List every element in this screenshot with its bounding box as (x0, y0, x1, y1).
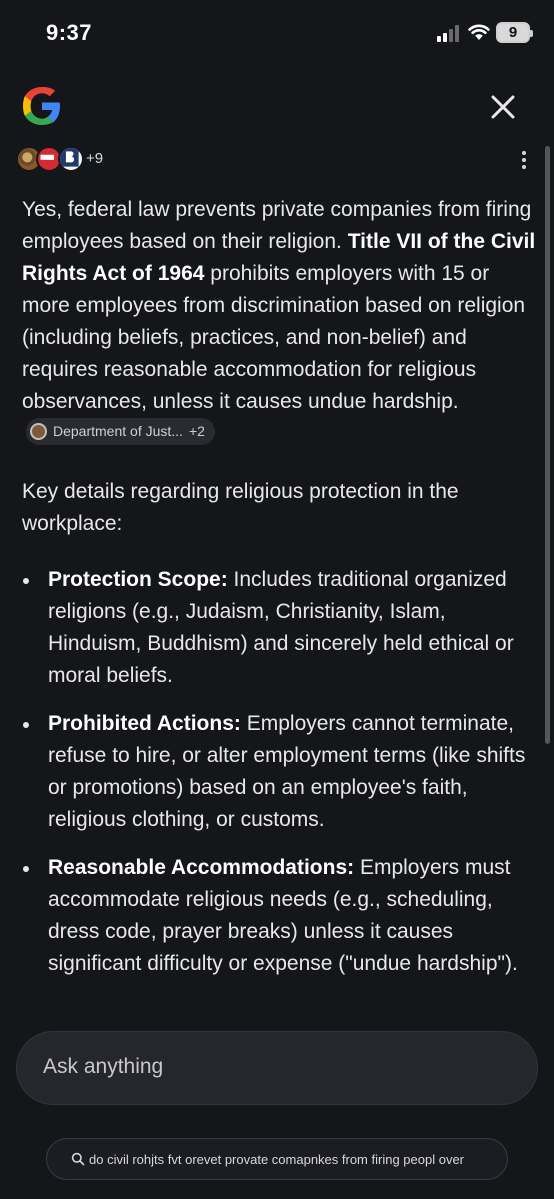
search-query-pill[interactable]: do civil rohjts fvt orevet provate comap… (46, 1138, 508, 1180)
google-logo (23, 87, 60, 125)
citation-chip[interactable]: Department of Just... +2 (26, 418, 215, 445)
ask-placeholder: Ask anything (43, 1055, 164, 1078)
more-vertical-icon[interactable] (512, 148, 536, 172)
details-list: Protection Scope: Includes traditional o… (22, 564, 537, 980)
bullet-title: Prohibited Actions: (48, 712, 241, 735)
battery-icon: 9 (496, 22, 533, 43)
list-item: Prohibited Actions: Employers cannot ter… (22, 708, 537, 836)
search-icon (71, 1152, 85, 1166)
bullet-title: Protection Scope: (48, 568, 228, 591)
sources-row[interactable]: +9 (16, 146, 536, 174)
key-details-heading: Key details regarding religious protecti… (22, 480, 459, 535)
sources-more-count[interactable]: +9 (86, 150, 103, 167)
answer-content: Yes, federal law prevents private compan… (22, 194, 537, 996)
citation-label: Department of Just... (53, 423, 183, 439)
status-time: 9:37 (46, 20, 93, 45)
signal-icon (437, 25, 463, 42)
doj-seal-icon (30, 423, 47, 440)
battery-level: 9 (508, 24, 518, 41)
source-favicon-b[interactable] (58, 146, 84, 172)
search-query-text: do civil rohjts fvt orevet provate comap… (89, 1151, 465, 1167)
answer-intro: Yes, federal law prevents private compan… (22, 194, 537, 452)
bullet-title: Reasonable Accommodations: (48, 856, 355, 879)
citation-count: +2 (188, 423, 205, 439)
ask-input[interactable]: Ask anything (16, 1031, 538, 1105)
list-item: Reasonable Accommodations: Employers mus… (22, 852, 537, 980)
wifi-icon (468, 24, 490, 40)
status-bar: 9:37 9 (0, 0, 554, 70)
close-icon[interactable] (484, 88, 522, 126)
list-item: Protection Scope: Includes traditional o… (22, 564, 537, 692)
scrollbar[interactable] (545, 146, 550, 744)
